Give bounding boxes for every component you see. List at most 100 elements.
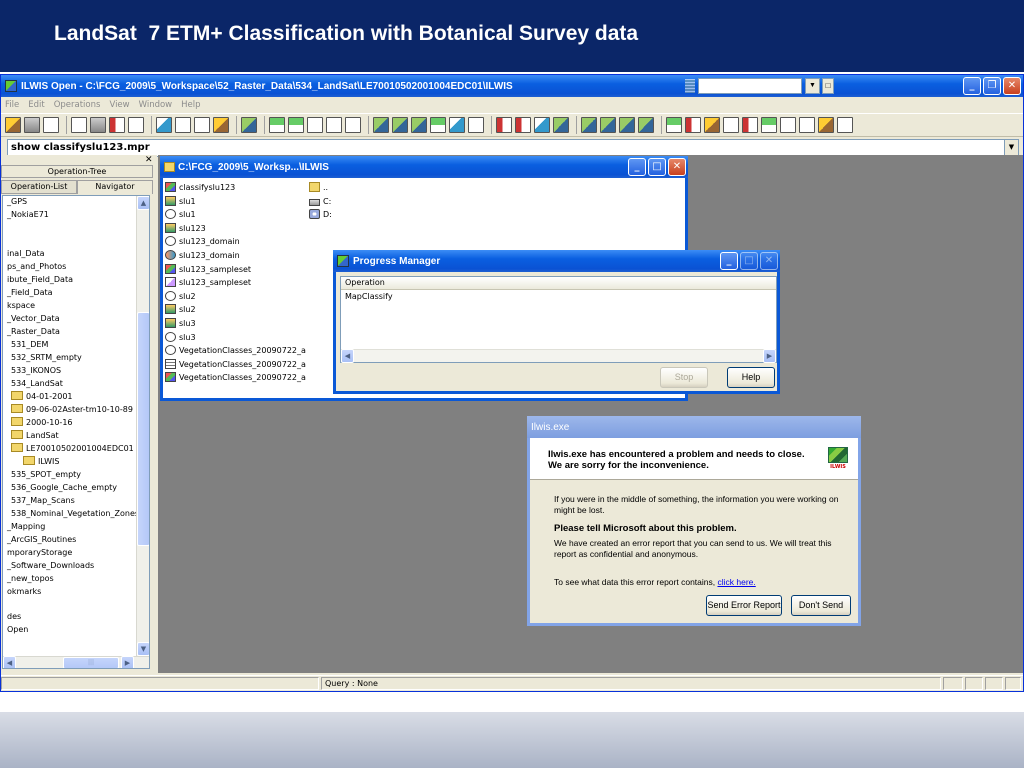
delete-icon[interactable] [109, 117, 125, 133]
catalog-title-bar[interactable]: C:\FCG_2009\5_Worksp...\ILWIS _ □ ✕ [160, 156, 688, 178]
paste-icon[interactable] [90, 117, 106, 133]
table-new-icon[interactable] [761, 117, 777, 133]
scroll-right-icon[interactable]: ▶ [763, 349, 776, 363]
progress-title-bar[interactable]: Progress Manager _ □ ✕ [333, 250, 780, 272]
list-item[interactable]: VegetationClasses_20090722_a [165, 344, 306, 357]
point-map-icon[interactable] [326, 117, 342, 133]
progress-minimize-button[interactable]: _ [720, 252, 738, 270]
object-collection-icon[interactable] [411, 117, 427, 133]
browse-icon[interactable] [837, 117, 853, 133]
tree-item[interactable]: 09-06-02Aster-tm10-10-89 [11, 404, 133, 416]
annotation-icon[interactable] [449, 117, 465, 133]
tab-operation-tree[interactable]: Operation-Tree [1, 165, 153, 178]
close-button[interactable]: ✕ [1003, 77, 1021, 95]
copy-to-icon[interactable] [128, 117, 144, 133]
list-item[interactable]: VegetationClasses_20090722_a [165, 358, 306, 371]
copy-icon[interactable] [71, 117, 87, 133]
operations-horizontal-scrollbar[interactable]: ◀ ▶ [341, 349, 776, 363]
tab-navigator[interactable]: Navigator [77, 180, 153, 194]
scroll-down-icon[interactable]: ▼ [137, 642, 149, 656]
menu-window[interactable]: Window [139, 100, 173, 110]
list-item[interactable]: slu1 [165, 195, 196, 208]
scroll-left-icon[interactable]: ◀ [341, 349, 354, 363]
stop-button[interactable]: Stop [660, 367, 708, 388]
map-view-icon[interactable] [373, 117, 389, 133]
tree-item[interactable]: 04-01-2001 [11, 391, 73, 403]
scroll-thumb-horizontal[interactable]: ||| [63, 657, 119, 668]
representation-icon[interactable] [515, 117, 531, 133]
title-combo-input[interactable] [698, 78, 802, 94]
table-icon[interactable] [345, 117, 361, 133]
list-item[interactable]: slu123_sampleset [165, 276, 251, 289]
catalog-maximize-button[interactable]: □ [648, 158, 666, 176]
tree-item[interactable]: _NokiaE71 [7, 209, 49, 221]
tree-item[interactable]: _Mapping [7, 521, 45, 533]
main-title-bar[interactable]: ILWIS Open - C:\FCG_2009\5_Workspace\52_… [1, 75, 1023, 97]
tree-item[interactable]: LandSat [11, 430, 59, 442]
map-list-icon[interactable] [392, 117, 408, 133]
tree-item[interactable]: des [7, 611, 21, 623]
matrix-icon[interactable] [638, 117, 654, 133]
tree-item[interactable]: _Software_Downloads [7, 560, 94, 572]
progress-maximize-button[interactable]: □ [740, 252, 758, 270]
click-here-link[interactable]: click here. [717, 577, 755, 587]
histogram-icon[interactable] [581, 117, 597, 133]
tree-item[interactable]: 538_Nominal_Vegetation_Zones [11, 508, 139, 520]
navigator-horizontal-scrollbar[interactable]: ◀ ||| ▶ [3, 656, 149, 668]
catalog-query-icon[interactable] [156, 117, 172, 133]
navigator-tree[interactable]: _GPS _NokiaE71 inal_Data ps_and_Photos ibute… [2, 195, 150, 669]
dont-send-button[interactable]: Don't Send [791, 595, 851, 616]
drive-item[interactable]: C: [309, 195, 331, 208]
command-history-dropdown-icon[interactable]: ▼ [1004, 140, 1018, 156]
list-view-icon[interactable] [175, 117, 191, 133]
tree-item[interactable]: 534_LandSat [11, 378, 63, 390]
menu-view[interactable]: View [109, 100, 129, 110]
tree-item[interactable]: _GPS [7, 196, 27, 208]
tree-item[interactable]: okmarks [7, 586, 41, 598]
tree-item[interactable]: mporaryStorage [7, 547, 72, 559]
graph-icon[interactable] [468, 117, 484, 133]
restore-button[interactable]: ❐ [983, 77, 1001, 95]
tree-item[interactable]: 532_SRTM_empty [11, 352, 82, 364]
tree-item[interactable]: _Field_Data [7, 287, 53, 299]
menu-edit[interactable]: Edit [28, 100, 44, 110]
list-item[interactable]: slu3 [165, 317, 196, 330]
save-icon[interactable] [24, 117, 40, 133]
raster-map-icon[interactable] [269, 117, 285, 133]
combo-dropdown-icon[interactable]: ▼ [805, 78, 820, 94]
up-folder-icon[interactable] [213, 117, 229, 133]
tree-item[interactable]: 531_DEM [11, 339, 48, 351]
tree-item[interactable]: ps_and_Photos [7, 261, 66, 273]
tree-item[interactable]: _new_topos [7, 573, 54, 585]
drive-item[interactable]: D: [309, 208, 332, 221]
scroll-thumb[interactable] [137, 312, 149, 546]
operations-list[interactable]: Operation MapClassify ◀ ▶ [340, 276, 777, 363]
segment-map-icon[interactable] [307, 117, 323, 133]
tree-item[interactable]: 535_SPOT_empty [11, 469, 81, 481]
list-item[interactable]: VegetationClasses_20090722_a [165, 371, 306, 384]
help-button[interactable]: Help [727, 367, 775, 388]
tree-item[interactable]: inal_Data [7, 248, 45, 260]
list-item[interactable]: slu123 [165, 222, 206, 235]
layers-icon[interactable] [241, 117, 257, 133]
error-title-bar[interactable]: Ilwis.exe [527, 416, 861, 438]
domain-icon[interactable] [496, 117, 512, 133]
tree-item[interactable]: _Vector_Data [7, 313, 60, 325]
catalog-close-button[interactable]: ✕ [668, 158, 686, 176]
details-view-icon[interactable] [194, 117, 210, 133]
send-error-report-button[interactable]: Send Error Report [706, 595, 782, 616]
list-item[interactable]: slu123_sampleset [165, 263, 251, 276]
navigator-vertical-scrollbar[interactable]: ▲ ▼ [136, 196, 149, 656]
function-icon[interactable] [685, 117, 701, 133]
list-item[interactable]: MapClassify [341, 290, 776, 304]
window-icon[interactable] [799, 117, 815, 133]
tree-item[interactable]: kspace [7, 300, 35, 312]
tree-item[interactable]: 2000-10-16 [11, 417, 73, 429]
combo-option-icon[interactable]: □ [822, 78, 834, 94]
list-item[interactable]: slu123_domain [165, 235, 240, 248]
polygon-map-icon[interactable] [288, 117, 304, 133]
tree-item[interactable]: 536_Google_Cache_empty [11, 482, 117, 494]
list-item[interactable]: classifyslu123 [165, 181, 235, 194]
scroll-left-icon[interactable]: ◀ [3, 656, 16, 668]
navigator-close-icon[interactable]: ✕ [145, 155, 153, 165]
